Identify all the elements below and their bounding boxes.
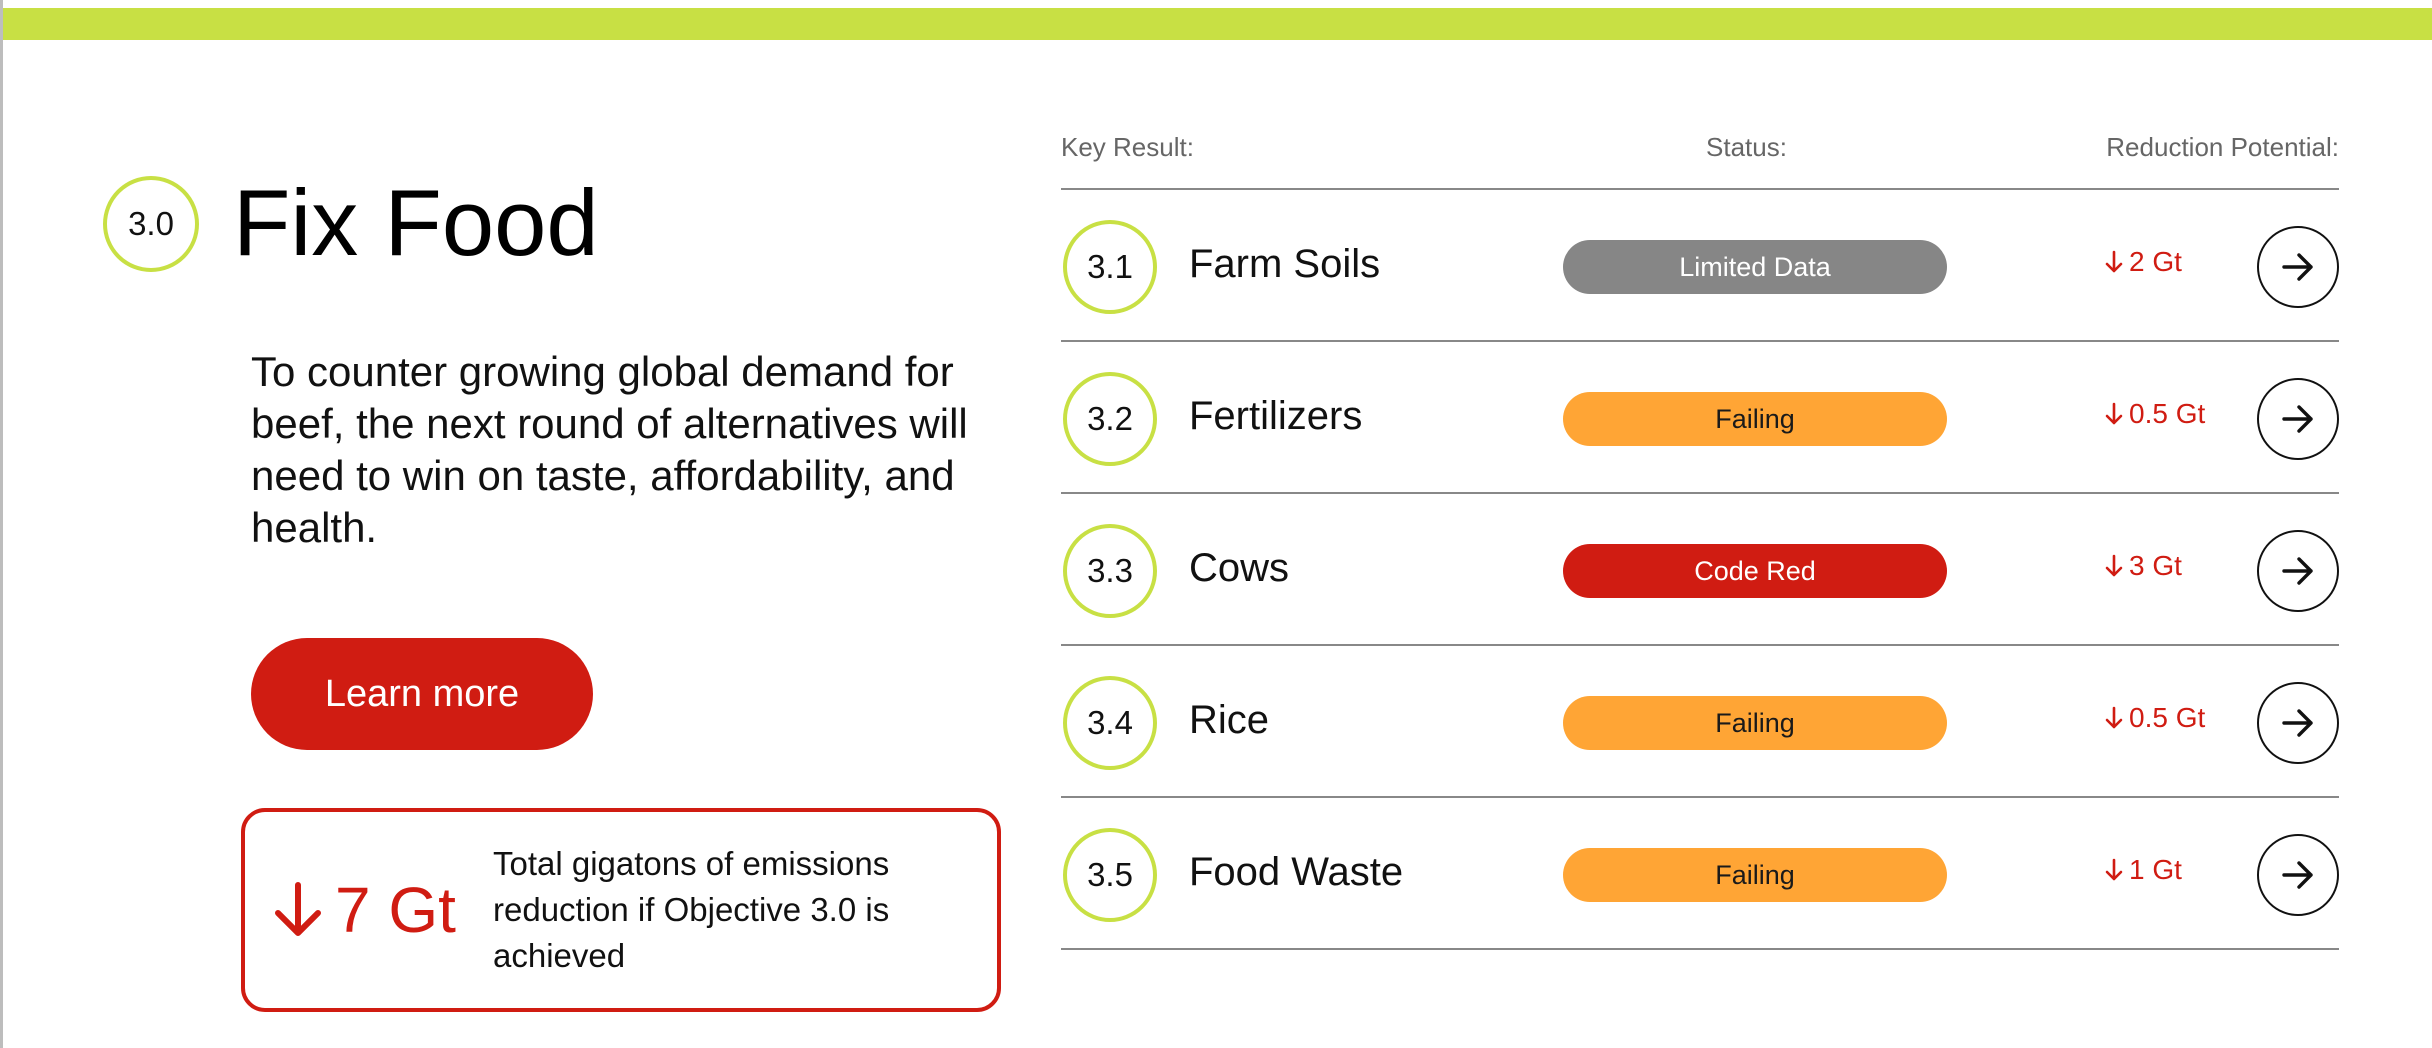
page: 3.0 Fix Food To counter growing global d…	[0, 0, 2432, 1048]
objective-number-badge: 3.0	[103, 176, 199, 272]
objective-title: Fix Food	[233, 170, 599, 275]
arrow-right-icon	[2282, 557, 2313, 585]
reduction-value: 3 Gt	[2129, 550, 2182, 581]
key-result-number-badge: 3.2	[1063, 372, 1157, 466]
top-accent-bar	[3, 8, 2432, 40]
key-result-number-badge: 3.1	[1063, 220, 1157, 314]
key-result-number-badge: 3.5	[1063, 828, 1157, 922]
arrow-down-icon	[2105, 250, 2123, 273]
total-value-text: 7 Gt	[335, 874, 456, 946]
row-open-button[interactable]	[2257, 530, 2339, 612]
arrow-right-icon	[2282, 861, 2313, 889]
status-text: Code Red	[1694, 555, 1816, 586]
table-row[interactable]: 3.2 Fertilizers Failing 0.5 Gt	[1061, 342, 2339, 494]
reduction-value: 1 Gt	[2129, 854, 2182, 885]
total-reduction-value: 7 Gt	[273, 873, 473, 947]
key-result-number: 3.2	[1087, 400, 1133, 437]
key-result-number-badge: 3.3	[1063, 524, 1157, 618]
reduction-potential: 0.5 Gt	[2105, 398, 2205, 430]
status-badge: Failing	[1563, 848, 1947, 902]
reduction-potential: 0.5 Gt	[2105, 702, 2205, 734]
key-result-number-badge: 3.4	[1063, 676, 1157, 770]
key-result-number: 3.1	[1087, 248, 1133, 285]
table-header: Key Result: Status: Reduction Potential:	[1061, 130, 2339, 190]
key-result-label: Farm Soils	[1189, 242, 1381, 286]
objective-number: 3.0	[128, 205, 174, 242]
key-result-label: Food Waste	[1189, 850, 1404, 894]
arrow-down-icon	[2105, 554, 2123, 577]
arrow-down-icon	[275, 882, 321, 936]
status-badge: Code Red	[1563, 544, 1947, 598]
arrow-right-icon	[2282, 405, 2313, 433]
arrow-down-icon	[2105, 706, 2123, 729]
key-result-number: 3.3	[1087, 552, 1133, 589]
table-row[interactable]: 3.3 Cows Code Red 3 Gt	[1061, 494, 2339, 646]
reduction-value: 2 Gt	[2129, 246, 2182, 277]
key-result-number: 3.4	[1087, 704, 1133, 741]
total-reduction-description: Total gigatons of emissions reduction if…	[493, 845, 890, 974]
row-open-button[interactable]	[2257, 378, 2339, 460]
status-badge: Failing	[1563, 696, 1947, 750]
header-reduction-potential: Reduction Potential:	[2106, 132, 2339, 162]
learn-more-button[interactable]: Learn more	[251, 638, 593, 750]
reduction-value: 0.5 Gt	[2129, 702, 2206, 733]
status-badge: Failing	[1563, 392, 1947, 446]
status-text: Failing	[1715, 707, 1795, 738]
arrow-down-icon	[2105, 858, 2123, 881]
reduction-potential: 2 Gt	[2105, 246, 2182, 278]
total-reduction-box: 7 Gt Total gigatons of emissions reducti…	[241, 808, 1001, 1012]
arrow-right-icon	[2282, 253, 2313, 281]
status-text: Limited Data	[1679, 251, 1831, 282]
reduction-value: 0.5 Gt	[2129, 398, 2206, 429]
arrow-right-icon	[2282, 709, 2313, 737]
status-text: Failing	[1715, 403, 1795, 434]
key-results-table: Key Result: Status: Reduction Potential:…	[1061, 130, 2339, 950]
table-row[interactable]: 3.5 Food Waste Failing 1 Gt	[1061, 798, 2339, 950]
status-badge: Limited Data	[1563, 240, 1947, 294]
row-open-button[interactable]	[2257, 226, 2339, 308]
reduction-potential: 3 Gt	[2105, 550, 2182, 582]
row-open-button[interactable]	[2257, 834, 2339, 916]
reduction-potential: 1 Gt	[2105, 854, 2182, 886]
row-open-button[interactable]	[2257, 682, 2339, 764]
header-key-result: Key Result:	[1061, 132, 1194, 162]
key-result-label: Rice	[1189, 698, 1270, 742]
header-status: Status:	[1706, 132, 1787, 162]
table-row[interactable]: 3.4 Rice Failing 0.5 Gt	[1061, 646, 2339, 798]
objective-description: To counter growing global demand for bee…	[251, 348, 968, 551]
key-result-label: Fertilizers	[1189, 394, 1363, 438]
arrow-down-icon	[2105, 402, 2123, 425]
table-row[interactable]: 3.1 Farm Soils Limited Data 2 Gt	[1061, 190, 2339, 342]
key-result-label: Cows	[1189, 546, 1290, 590]
key-result-number: 3.5	[1087, 856, 1133, 893]
status-text: Failing	[1715, 859, 1795, 890]
